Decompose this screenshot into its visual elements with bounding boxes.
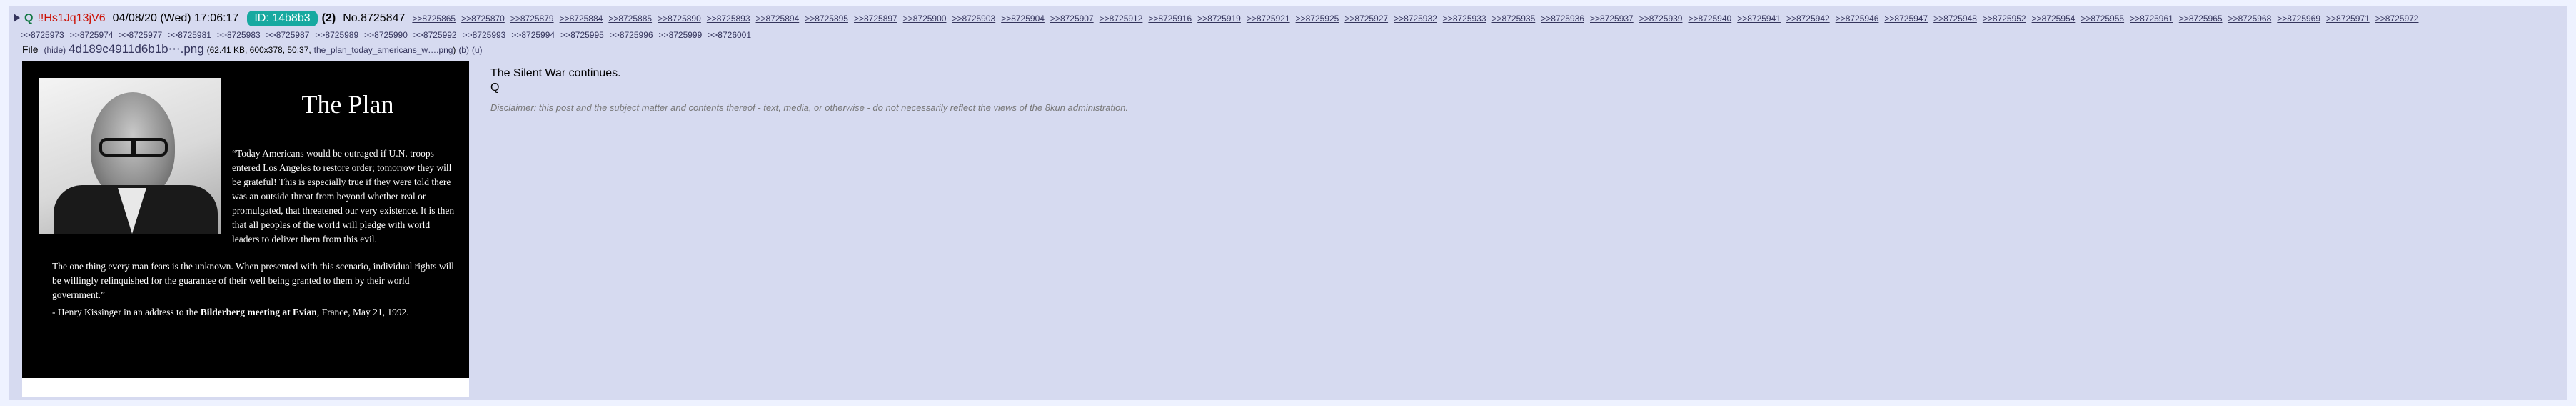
- backlink[interactable]: >>8725977: [119, 30, 162, 40]
- image-title: The Plan: [301, 90, 394, 119]
- file-meta: (62.41 KB, 600x378, 50:37,: [206, 45, 311, 55]
- backlink[interactable]: >>8725999: [659, 30, 703, 40]
- backlink[interactable]: >>8725983: [217, 30, 261, 40]
- backlink[interactable]: >>8725990: [364, 30, 408, 40]
- q-marker: Q: [24, 12, 34, 24]
- backlink[interactable]: >>8725965: [2179, 14, 2223, 24]
- post-image[interactable]: The Plan “Today Americans would be outra…: [22, 61, 469, 397]
- backlink[interactable]: >>8725897: [854, 14, 897, 24]
- backlink[interactable]: >>8725973: [21, 30, 64, 40]
- backlink[interactable]: >>8725974: [70, 30, 114, 40]
- glasses-shape: [99, 138, 168, 157]
- backlink[interactable]: >>8725954: [2032, 14, 2076, 24]
- backlink[interactable]: >>8725981: [168, 30, 211, 40]
- backlink[interactable]: >>8725961: [2130, 14, 2173, 24]
- file-label: File: [22, 44, 39, 55]
- post-number-link[interactable]: No.8725847: [343, 12, 405, 24]
- file-meta-end: ): [453, 45, 456, 55]
- backlink[interactable]: >>8725933: [1443, 14, 1486, 24]
- backlinks-row-2: >>8725973 >>8725974 >>8725977 >>8725981 >>87…: [21, 28, 2562, 42]
- backlink[interactable]: >>8725935: [1492, 14, 1536, 24]
- post-datetime: 04/08/20 (Wed) 17:06:17: [112, 12, 239, 24]
- original-filename-link[interactable]: the_plan_today_americans_w….png: [314, 45, 453, 55]
- post-disclaimer: Disclaimer: this post and the subject ma…: [490, 102, 1129, 113]
- backlink[interactable]: >>8725992: [413, 30, 457, 40]
- backlink[interactable]: >>8725919: [1197, 14, 1241, 24]
- backlinks-row-1: >>8725865 >>8725870 >>8725879 >>8725884 >>87…: [412, 14, 2424, 24]
- backlink[interactable]: >>8725947: [1884, 14, 1928, 24]
- backlink[interactable]: >>8725893: [707, 14, 750, 24]
- backlink[interactable]: >>8725955: [2081, 14, 2124, 24]
- backlink[interactable]: >>8725921: [1247, 14, 1290, 24]
- backlink[interactable]: >>8725884: [560, 14, 603, 24]
- backlink[interactable]: >>8725948: [1933, 14, 1977, 24]
- portrait-photo: [39, 78, 221, 234]
- backlink[interactable]: >>8725939: [1639, 14, 1683, 24]
- file-b-link[interactable]: (b): [458, 45, 469, 55]
- backlink[interactable]: >>8725972: [2375, 14, 2419, 24]
- backlink[interactable]: >>8725941: [1737, 14, 1781, 24]
- poster-id-badge[interactable]: ID: 14b8b3: [247, 11, 318, 26]
- backlink[interactable]: >>8725907: [1050, 14, 1094, 24]
- backlink[interactable]: >>8725994: [511, 30, 555, 40]
- attrib-bold: Bilderberg meeting at Evian: [200, 307, 317, 317]
- backlink[interactable]: >>8725993: [463, 30, 506, 40]
- image-attribution: - Henry Kissinger in an address to the B…: [52, 305, 456, 320]
- id-post-count: (2): [321, 12, 336, 24]
- hide-file-link[interactable]: (hide): [44, 45, 66, 55]
- backlink[interactable]: >>8725946: [1836, 14, 1879, 24]
- post-body-signature: Q: [490, 81, 500, 94]
- backlink[interactable]: >>8725900: [903, 14, 947, 24]
- backlink[interactable]: >>8725968: [2228, 14, 2272, 24]
- post-body-line-1: The Silent War continues.: [490, 67, 621, 79]
- backlink[interactable]: >>8725925: [1296, 14, 1339, 24]
- backlink[interactable]: >>8725936: [1541, 14, 1584, 24]
- backlink[interactable]: >>8725952: [1983, 14, 2026, 24]
- backlink[interactable]: >>8725870: [461, 14, 505, 24]
- backlink[interactable]: >>8725879: [510, 14, 554, 24]
- backlink[interactable]: >>8725940: [1688, 14, 1731, 24]
- backlink[interactable]: >>8725903: [952, 14, 995, 24]
- backlink[interactable]: >>8725865: [412, 14, 456, 24]
- backlink[interactable]: >>8725885: [608, 14, 652, 24]
- backlink[interactable]: >>8725916: [1148, 14, 1192, 24]
- backlink[interactable]: >>8725969: [2277, 14, 2320, 24]
- tripcode: !!Hs1Jq13jV6: [37, 12, 106, 24]
- image-paragraph: The one thing every man fears is the unk…: [52, 261, 454, 300]
- post-header: Q !!Hs1Jq13jV6 04/08/20 (Wed) 17:06:17 ID: …: [14, 11, 2562, 26]
- file-u-link[interactable]: (u): [472, 45, 483, 55]
- post-container: Q !!Hs1Jq13jV6 04/08/20 (Wed) 17:06:17 ID: …: [9, 6, 2567, 400]
- backlink[interactable]: >>8725995: [560, 30, 604, 40]
- image-quote: “Today Americans would be outraged if U.…: [232, 148, 455, 244]
- backlink[interactable]: >>8725894: [756, 14, 800, 24]
- backlink[interactable]: >>8725996: [610, 30, 653, 40]
- attrib-suffix: , France, May 21, 1992.: [316, 307, 409, 317]
- post-body: The Silent War continues. Q Disclaimer: …: [490, 66, 1347, 115]
- backlink[interactable]: >>8725912: [1100, 14, 1143, 24]
- backlink[interactable]: >>8725987: [266, 30, 310, 40]
- backlink[interactable]: >>8725895: [805, 14, 848, 24]
- backlink[interactable]: >>8725971: [2326, 14, 2370, 24]
- image-bottom-strip: [22, 378, 469, 397]
- backlink[interactable]: >>8725937: [1590, 14, 1634, 24]
- backlink[interactable]: >>8725904: [1001, 14, 1045, 24]
- backlink[interactable]: >>8725890: [658, 14, 701, 24]
- backlink[interactable]: >>8725942: [1786, 14, 1830, 24]
- expand-triangle-icon[interactable]: [14, 14, 20, 22]
- attrib-prefix: - Henry Kissinger in an address to the: [52, 307, 198, 317]
- backlink[interactable]: >>8725932: [1394, 14, 1437, 24]
- file-info: File (hide) 4d189c4911d6b1b⋯.png (62.41 …: [22, 42, 483, 57]
- backlink[interactable]: >>8725989: [315, 30, 358, 40]
- backlink[interactable]: >>8726001: [708, 30, 751, 40]
- file-name-link[interactable]: 4d189c4911d6b1b⋯.png: [69, 42, 204, 56]
- backlink[interactable]: >>8725927: [1344, 14, 1388, 24]
